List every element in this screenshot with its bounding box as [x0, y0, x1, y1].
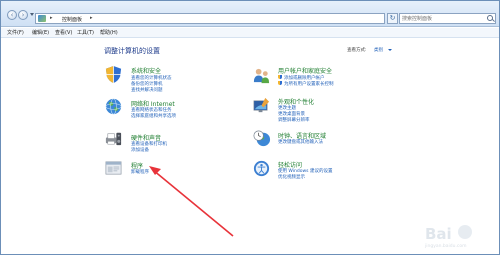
menu-help[interactable]: 帮助(H) [100, 29, 118, 36]
recent-pages-dropdown-icon[interactable] [30, 13, 34, 16]
breadcrumb-control-panel[interactable]: 控制面板 [62, 16, 82, 23]
menu-bar: 文件(F) 编辑(E) 查看(V) 工具(T) 帮助(H) [1, 28, 499, 38]
search-box[interactable] [399, 13, 496, 24]
address-box[interactable]: ▸ 控制面板 ▸ [35, 13, 385, 24]
svg-text:Bai: Bai [425, 225, 452, 243]
menu-tools[interactable]: 工具(T) [77, 29, 94, 36]
svg-text:jingyan.baidu.com: jingyan.baidu.com [424, 243, 467, 249]
menu-file[interactable]: 文件(F) [7, 29, 24, 36]
menu-edit[interactable]: 编辑(E) [32, 29, 49, 36]
annotation-arrow [149, 166, 234, 237]
control-panel-icon [38, 15, 46, 22]
control-panel-window: ‹ › ▸ 控制面板 ▸ ↻ 文件(F) 编辑(E) 查看(V) 工具(T) 帮… [0, 0, 500, 255]
search-icon[interactable] [487, 15, 493, 21]
refresh-icon[interactable]: ↻ [387, 13, 398, 24]
search-input[interactable] [400, 14, 484, 23]
annotation-arrow-head [149, 166, 161, 175]
annotation-arrow-shaft [152, 169, 234, 237]
address-toolbar: ‹ › ▸ 控制面板 ▸ ↻ [1, 1, 499, 27]
menu-view[interactable]: 查看(V) [55, 29, 72, 36]
breadcrumb-separator-icon[interactable]: ▸ [90, 15, 93, 21]
baidu-watermark-logo: Bai jingyan.baidu.com [424, 225, 472, 249]
forward-icon[interactable]: › [18, 10, 28, 20]
breadcrumb-separator-icon[interactable]: ▸ [50, 15, 53, 21]
back-icon[interactable]: ‹ [7, 10, 17, 20]
main-content: 调整计算机的设置 查看方式: 类别 系统和安全 查看您的计算机状态 备份您的计算… [1, 39, 499, 254]
